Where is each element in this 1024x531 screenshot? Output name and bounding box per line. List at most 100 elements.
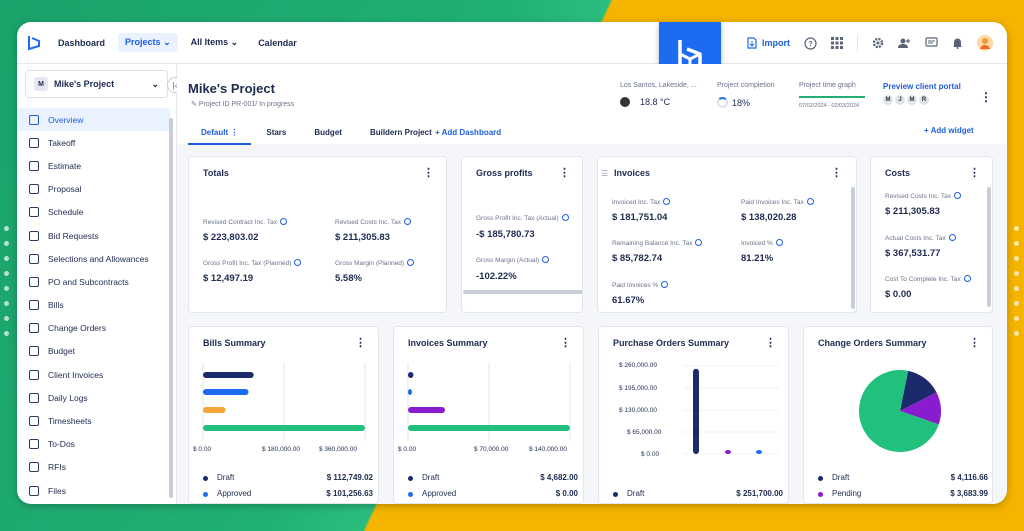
gear-icon[interactable] — [872, 37, 884, 49]
proposal-icon — [29, 184, 39, 195]
sidebar-item-estimate[interactable]: Estimate — [17, 154, 170, 177]
bell-icon[interactable] — [952, 37, 963, 49]
info-icon[interactable] — [663, 198, 671, 205]
legend-item[interactable]: Draft $ 4,116.66 — [818, 473, 988, 482]
tab-menu-icon[interactable]: ⋮ — [230, 128, 238, 137]
svg-text:?: ? — [808, 41, 812, 48]
weather-widget: Los Santos, Lakeside, ... 18.8 °C — [620, 82, 697, 107]
sidebar-item-overview[interactable]: Overview — [17, 108, 170, 132]
sidebar-item-label: RFIs — [48, 462, 66, 473]
info-icon[interactable] — [948, 234, 956, 241]
drag-handle-icon[interactable]: ☰ — [601, 169, 608, 178]
tab-budget[interactable]: Budget — [301, 122, 355, 145]
avatar[interactable]: M — [883, 95, 893, 105]
more-options-icon[interactable]: ⋮ — [980, 90, 992, 104]
info-icon[interactable] — [561, 214, 569, 221]
info-icon[interactable] — [404, 218, 411, 225]
more-options-icon[interactable]: ⋮ — [969, 166, 980, 179]
more-options-icon[interactable]: ⋮ — [969, 336, 980, 349]
metric-label: Gross Profit Inc. Tax (Actual) — [476, 214, 569, 222]
sidebar-menu: Overview Takeoff Estimate Proposal Schedule B… — [17, 108, 176, 502]
sidebar-item-takeoff[interactable]: Takeoff — [17, 131, 170, 154]
sidebar-item-to-dos[interactable]: To-Dos — [17, 433, 170, 456]
metric-label: Gross Margin (Planned) — [335, 259, 414, 267]
chat-icon[interactable] — [925, 37, 938, 49]
info-icon[interactable] — [542, 256, 550, 263]
nav-calendar[interactable]: Calendar — [251, 34, 304, 52]
add-widget-button[interactable]: + Add widget — [924, 126, 974, 135]
vertical-scrollbar[interactable] — [851, 187, 855, 309]
sidebar-item-selections-and-allowances[interactable]: Selections and Allowances — [17, 247, 170, 270]
sidebar-item-po-and-subcontracts[interactable]: PO and Subcontracts — [17, 270, 170, 293]
sidebar-scrollbar[interactable] — [169, 118, 173, 498]
bid-requests-icon — [29, 230, 39, 241]
sidebar-item-client-invoices[interactable]: Client Invoices — [17, 363, 170, 386]
users-icon[interactable] — [898, 37, 911, 49]
nav-dashboard[interactable]: Dashboard — [51, 34, 112, 52]
vertical-scrollbar[interactable] — [987, 187, 991, 307]
client-portal-link[interactable]: Preview client portal MJMR — [883, 82, 961, 105]
more-options-icon[interactable]: ⋮ — [831, 166, 842, 179]
sidebar-item-daily-logs[interactable]: Daily Logs — [17, 386, 170, 409]
legend-item[interactable]: Pending $ 3,683.99 — [818, 489, 988, 498]
info-icon[interactable] — [954, 192, 961, 199]
tab-default[interactable]: Default ⋮ — [188, 122, 252, 145]
legend-item[interactable]: Approved $ 0.00 — [408, 489, 578, 498]
more-options-icon[interactable]: ⋮ — [559, 166, 570, 179]
help-icon[interactable]: ? — [804, 36, 817, 50]
tab-buildern-project[interactable]: Buildern Project — [357, 122, 445, 145]
timegraph-dates: 07/02/2024 - 02/03/2024 — [799, 103, 859, 109]
project-selector[interactable]: M Mike's Project ⌄ — [25, 70, 168, 98]
info-icon[interactable] — [963, 275, 971, 282]
app-window: Dashboard Projects ⌄ All Items ⌄ Calenda… — [17, 22, 1007, 504]
info-icon[interactable] — [279, 218, 287, 225]
metric-value: $ 211,305.83 — [885, 206, 940, 217]
legend-item[interactable]: Approved $ 101,256.63 — [203, 489, 373, 498]
info-icon[interactable] — [775, 239, 783, 246]
user-avatar[interactable] — [977, 35, 993, 51]
info-icon[interactable] — [806, 198, 814, 205]
avatar[interactable]: R — [919, 95, 929, 105]
avatar[interactable]: M — [907, 95, 917, 105]
app-logo-icon[interactable] — [17, 35, 51, 51]
sidebar-item-label: Selections and Allowances — [48, 253, 149, 264]
sidebar-item-timesheets[interactable]: Timesheets — [17, 409, 170, 432]
legend-item[interactable]: Draft $ 4,682.00 — [408, 473, 578, 482]
sidebar-item-label: Estimate — [48, 160, 82, 171]
sidebar-item-bid-requests[interactable]: Bid Requests — [17, 224, 170, 247]
sidebar-item-label: Client Invoices — [48, 369, 104, 380]
more-options-icon[interactable]: ⋮ — [423, 166, 434, 179]
info-icon[interactable] — [294, 259, 302, 266]
axis-tick-label: $ 0.00 — [398, 446, 417, 453]
chart-bar — [693, 368, 699, 454]
apps-grid-icon[interactable] — [831, 37, 843, 49]
metric-label-text: Paid Invoices % — [612, 282, 659, 289]
chart-bar — [408, 407, 446, 413]
add-dashboard-button[interactable]: + Add Dashboard — [435, 128, 501, 137]
metric-label: Revised Contract Inc. Tax — [203, 218, 287, 226]
sidebar-item-schedule[interactable]: Schedule — [17, 201, 170, 224]
info-icon[interactable] — [695, 239, 703, 246]
more-options-icon[interactable]: ⋮ — [560, 336, 571, 349]
more-options-icon[interactable]: ⋮ — [355, 336, 366, 349]
info-icon[interactable] — [661, 281, 669, 288]
legend-item[interactable]: Draft $ 112,749.02 — [203, 473, 373, 482]
sidebar-item-rfis[interactable]: RFIs — [17, 456, 170, 479]
sidebar-item-change-orders[interactable]: Change Orders — [17, 317, 170, 340]
legend-item[interactable]: Draft $ 251,700.00 — [613, 489, 783, 498]
info-icon[interactable] — [407, 259, 414, 266]
sidebar-item-label: Proposal — [48, 184, 82, 195]
metric-value: 81.21% — [741, 253, 774, 264]
avatar[interactable]: J — [895, 95, 905, 105]
tab-stars[interactable]: Stars — [253, 122, 299, 145]
sidebar-item-bills[interactable]: Bills — [17, 294, 170, 317]
sidebar-item-proposal[interactable]: Proposal — [17, 178, 170, 201]
nav-projects[interactable]: Projects ⌄ — [118, 33, 178, 52]
nav-all-items[interactable]: All Items ⌄ — [184, 33, 246, 52]
sidebar-item-files[interactable]: Files — [17, 479, 170, 502]
sidebar-item-budget[interactable]: Budget — [17, 340, 170, 363]
horizontal-scrollbar[interactable] — [463, 290, 582, 294]
plus-icon: + — [924, 126, 929, 135]
import-button[interactable]: Import — [747, 37, 790, 49]
card-title: Change Orders Summary — [818, 338, 927, 348]
